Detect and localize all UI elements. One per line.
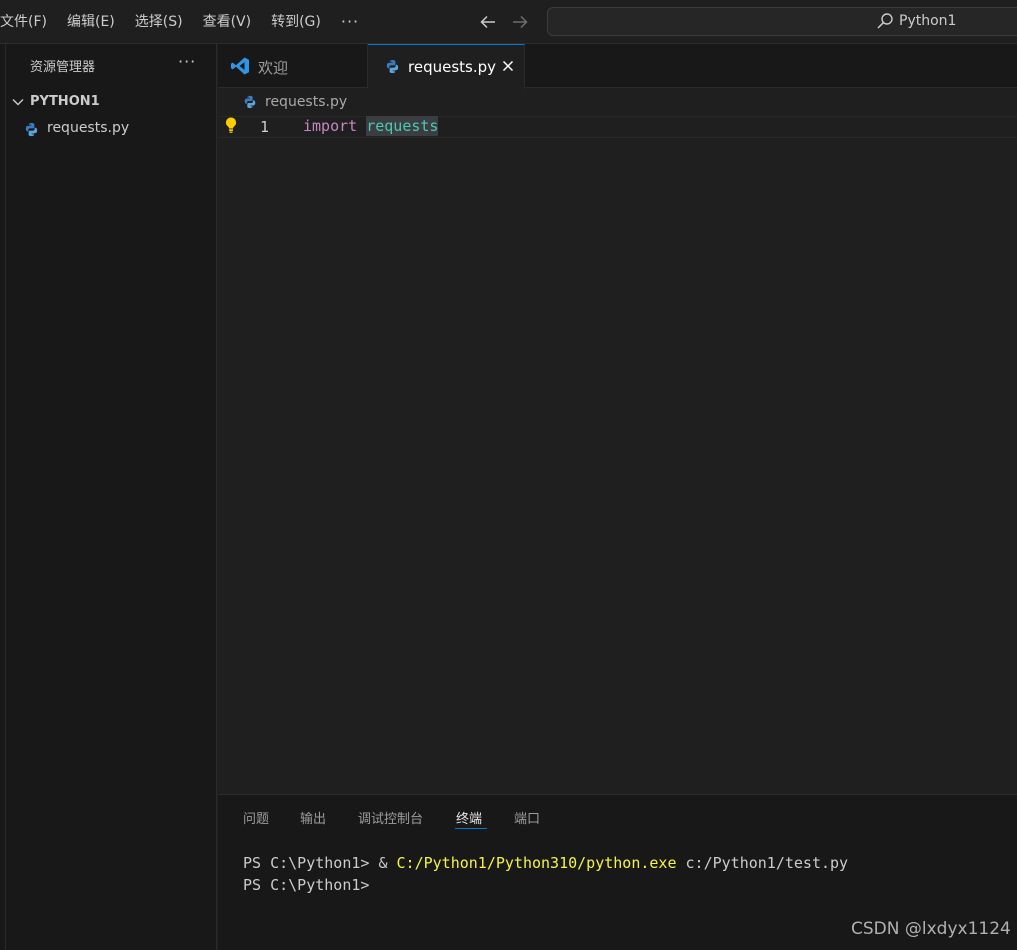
menu-edit[interactable]: 编辑(E) [57, 0, 125, 44]
menu-bar: 文件(F) 编辑(E) 选择(S) 查看(V) 转到(G) ··· [0, 0, 369, 44]
file-label: requests.py [47, 120, 130, 136]
close-icon[interactable] [500, 58, 516, 74]
search-text: Python1 [899, 13, 957, 29]
tab-requests-py[interactable]: requests.py [368, 44, 525, 89]
tab-debug-console[interactable]: 调试控制台 [358, 808, 423, 827]
folder-python1[interactable]: PYTHON1 [6, 92, 216, 114]
breadcrumb: requests.py [218, 90, 1017, 114]
lightbulb-icon[interactable] [223, 116, 239, 134]
terminal-prompt: PS C:\Python1> [243, 876, 370, 894]
menu-selection[interactable]: 选择(S) [125, 0, 193, 44]
module-name: requests [366, 116, 439, 136]
terminal-exe-path: C:/Python1/Python310/python.exe [396, 854, 677, 872]
active-tab-indicator [455, 828, 487, 829]
back-arrow-icon[interactable] [478, 12, 498, 32]
title-bar: 文件(F) 编辑(E) 选择(S) 查看(V) 转到(G) ··· Python… [0, 0, 1017, 44]
terminal-arg: c:/Python1/test.py [676, 854, 849, 872]
explorer-title: 资源管理器 [30, 60, 96, 75]
terminal-line: PS C:\Python1> & C:/Python1/Python310/py… [243, 852, 848, 874]
chevron-down-icon [12, 99, 24, 106]
code-editor[interactable]: 1 import requests [218, 114, 1017, 794]
file-requests-py[interactable]: requests.py [6, 119, 216, 141]
panel-tabs: 问题 输出 调试控制台 终端 端口 [218, 795, 1017, 835]
tab-terminal[interactable]: 终端 [456, 808, 482, 827]
menu-more-button[interactable]: ··· [331, 0, 369, 44]
breadcrumb-file[interactable]: requests.py [265, 94, 347, 110]
menu-view[interactable]: 查看(V) [193, 0, 262, 44]
tab-label: 欢迎 [258, 59, 289, 77]
explorer-sidebar: 资源管理器 ··· PYTHON1 requests.py [6, 44, 217, 950]
forward-arrow-icon[interactable] [510, 12, 530, 32]
python-icon [25, 122, 38, 137]
terminal-output[interactable]: PS C:\Python1> & C:/Python1/Python310/py… [243, 852, 848, 896]
terminal-prompt: PS C:\Python1> & [243, 854, 397, 872]
keyword-import: import [303, 117, 358, 135]
vscode-logo-icon [231, 57, 249, 75]
python-icon [386, 59, 399, 74]
watermark: CSDN @lxdyx1124 [851, 919, 1011, 939]
tab-ports[interactable]: 端口 [514, 808, 540, 827]
code-line[interactable]: import requests [303, 116, 439, 136]
editor-tab-bar: 欢迎 requests.py [218, 44, 1017, 89]
explorer-more-button[interactable]: ··· [178, 52, 196, 71]
search-icon [877, 13, 893, 29]
tab-welcome[interactable]: 欢迎 [218, 44, 368, 88]
menu-file[interactable]: 文件(F) [0, 0, 57, 44]
line-number: 1 [260, 118, 270, 136]
tab-label: requests.py [408, 58, 497, 76]
tab-output[interactable]: 输出 [300, 808, 326, 827]
tab-problems[interactable]: 问题 [243, 808, 269, 827]
python-icon [244, 95, 256, 109]
folder-label: PYTHON1 [30, 94, 100, 109]
terminal-line: PS C:\Python1> [243, 874, 848, 896]
menu-go[interactable]: 转到(G) [261, 0, 331, 44]
